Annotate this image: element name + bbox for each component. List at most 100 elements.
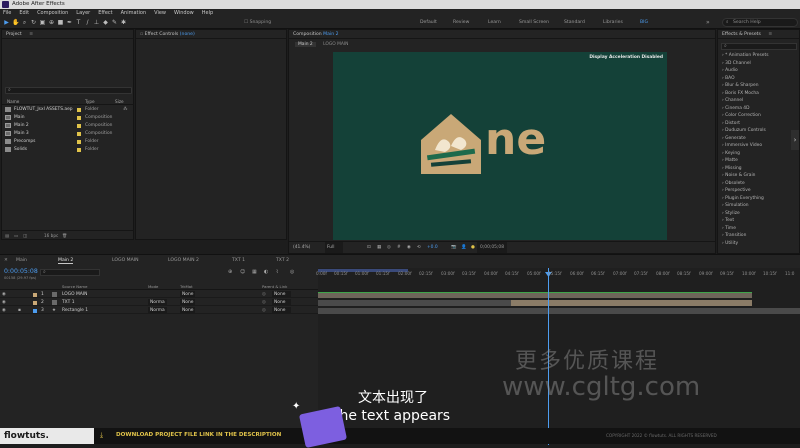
composition-canvas[interactable]: Display Acceleration Disabled ne <box>333 52 667 240</box>
snapshot-icon[interactable]: 📷 <box>451 242 456 253</box>
timeline-layer-row[interactable]: ◉ 2 TXT 1 Norma None ◎ None <box>0 299 318 307</box>
label-color-swatch[interactable] <box>77 116 81 120</box>
menu-composition[interactable]: Composition <box>37 9 68 17</box>
panel-menu-icon[interactable]: ≡ <box>29 32 33 37</box>
motion-blur-icon[interactable]: ◐ <box>264 269 268 275</box>
new-folder-icon[interactable]: ▭ <box>14 231 18 240</box>
timeline-search-input[interactable]: ⌕ <box>40 269 100 276</box>
effects-category[interactable]: › Text <box>722 218 734 223</box>
effects-category[interactable]: › Boris FX Mocha <box>722 91 759 96</box>
parent-link-header[interactable]: Parent & Link <box>262 284 287 290</box>
menu-help[interactable]: Help <box>202 9 213 17</box>
exposure-reset-icon[interactable]: ⟲ <box>417 242 421 253</box>
parent-dropdown[interactable]: None <box>272 291 292 299</box>
channel-icon[interactable]: ◉ <box>407 242 411 253</box>
resolution-dropdown[interactable]: Full <box>325 242 343 253</box>
timeline-layer-row[interactable]: ◉ ▪ 3 ★ Rectangle 1 Norma None ◎ None <box>0 307 318 315</box>
trkmat-dropdown[interactable]: None <box>180 299 196 307</box>
effects-category[interactable]: › Cinema 4D <box>722 106 749 111</box>
visibility-eye-icon[interactable]: ◉ <box>2 291 6 298</box>
current-time-field[interactable]: 0;00;05;08 <box>477 242 507 253</box>
project-search-input[interactable]: ⌕ <box>5 87 132 94</box>
project-item[interactable]: Main Composition <box>2 114 134 121</box>
effects-category[interactable]: › Channel <box>722 98 743 103</box>
project-item[interactable]: Precomps Folder <box>2 138 134 145</box>
effects-category[interactable]: › Obsolete <box>722 181 745 186</box>
exposure-value[interactable]: +0.0 <box>427 242 438 253</box>
effects-category[interactable]: › Immersive Video <box>722 143 762 148</box>
rectangle-tool-icon[interactable]: ■ <box>57 19 64 26</box>
rotate-tool-icon[interactable]: ↻ <box>30 19 37 26</box>
timeline-tab-main-2[interactable]: Main 2 <box>58 258 74 264</box>
pan-behind-tool-icon[interactable]: ⊕ <box>48 19 55 26</box>
parent-dropdown[interactable]: None <box>272 307 292 315</box>
download-project-link[interactable]: DOWNLOAD PROJECT FILE LINK IN THE DESCRI… <box>116 432 281 438</box>
timeline-tab-txt-1[interactable]: TXT 1 <box>232 258 245 263</box>
panel-menu-icon[interactable]: ≡ <box>768 32 772 37</box>
visibility-eye-icon[interactable]: ◉ <box>2 307 6 314</box>
breadcrumb-logo-main[interactable]: LOGO MAIN <box>317 42 354 47</box>
graph-editor-icon[interactable]: ⌇ <box>276 269 278 275</box>
project-item[interactable]: Solids Folder <box>2 146 134 153</box>
workspace-default[interactable]: Default <box>420 20 437 25</box>
timeline-close-icon[interactable]: ✕ <box>4 258 8 263</box>
effects-category[interactable]: › Time <box>722 226 736 231</box>
transparency-grid-icon[interactable]: ▦ <box>377 242 381 253</box>
timeline-layer-row[interactable]: ◉ 1 LOGO MAIN None ◎ None <box>0 291 318 299</box>
lock-icon[interactable]: ▪ <box>18 307 21 314</box>
workspace-learn[interactable]: Learn <box>488 20 501 25</box>
effects-category[interactable]: › Transition <box>722 233 746 238</box>
effects-category[interactable]: › Color Correction <box>722 113 761 118</box>
magnification-dropdown[interactable]: (41.4%) <box>293 242 310 253</box>
show-snapshot-icon[interactable]: 👤 <box>461 242 466 253</box>
column-type-header[interactable]: Type <box>85 98 95 105</box>
workspace-review[interactable]: Review <box>453 20 469 25</box>
effects-category[interactable]: › 3D Channel <box>722 61 751 66</box>
column-name-header[interactable]: Name <box>7 98 19 105</box>
pick-whip-icon[interactable]: ◎ <box>262 291 266 298</box>
trkmat-dropdown[interactable]: None <box>180 291 196 299</box>
workspace-big[interactable]: BIG <box>640 20 648 25</box>
search-help-input[interactable]: ⌕ Search Help <box>722 18 798 27</box>
label-color-swatch[interactable] <box>77 132 81 136</box>
timeline-tab-logo-main-2[interactable]: LOGO MAIN 2 <box>168 258 199 263</box>
grid-guides-icon[interactable]: # <box>397 242 401 253</box>
effects-category[interactable]: › * Animation Presets <box>722 53 769 58</box>
roto-brush-tool-icon[interactable]: ✎ <box>111 19 118 26</box>
visibility-eye-icon[interactable]: ◉ <box>2 299 6 306</box>
source-name-header[interactable]: Source Name <box>62 284 87 290</box>
label-color-swatch[interactable] <box>33 292 37 297</box>
timeline-tab-main[interactable]: Main <box>16 258 27 263</box>
effects-category[interactable]: › Blur & Sharpen <box>722 83 759 88</box>
effects-category[interactable]: › Noise & Grain <box>722 173 755 178</box>
effects-category[interactable]: › Matte <box>722 158 738 163</box>
effects-category[interactable]: › Perspective <box>722 188 751 193</box>
menu-effect[interactable]: Effect <box>98 9 112 17</box>
label-color-swatch[interactable] <box>77 140 81 144</box>
effects-category[interactable]: › Distort <box>722 121 740 126</box>
trkmat-header[interactable]: TrkMat <box>180 284 193 290</box>
frame-blending-icon[interactable]: ▦ <box>252 269 257 275</box>
effects-category[interactable]: › Simulation <box>722 203 749 208</box>
layer-name[interactable]: Rectangle 1 <box>62 307 88 314</box>
layer-bar-rectangle-1[interactable] <box>318 308 800 314</box>
composition-panel-title[interactable]: Composition Main 2 <box>289 30 715 39</box>
text-tool-icon[interactable]: T <box>75 19 82 26</box>
pick-whip-icon[interactable]: ◎ <box>262 307 266 314</box>
parent-dropdown[interactable]: None <box>272 299 292 307</box>
bit-depth-button[interactable]: 16 bpc <box>44 231 58 240</box>
effects-category[interactable]: › Missing <box>722 166 742 171</box>
project-item[interactable]: Main 3 Composition <box>2 130 134 137</box>
workspace-libraries[interactable]: Libraries <box>603 20 623 25</box>
effects-presets-title[interactable]: Effects & Presets ≡ <box>718 30 799 39</box>
selection-tool-icon[interactable]: ▶ <box>3 19 10 26</box>
interpret-footage-icon[interactable]: ▤ <box>5 231 9 240</box>
label-color-swatch[interactable] <box>77 108 81 112</box>
menu-window[interactable]: Window <box>174 9 194 17</box>
shy-layers-icon[interactable]: ☺ <box>240 269 245 275</box>
workspace-standard[interactable]: Standard <box>564 20 585 25</box>
label-color-swatch[interactable] <box>33 308 37 313</box>
column-size-header[interactable]: Size <box>115 98 124 105</box>
brush-tool-icon[interactable]: / <box>84 19 91 26</box>
effects-category[interactable]: › Generate <box>722 136 746 141</box>
